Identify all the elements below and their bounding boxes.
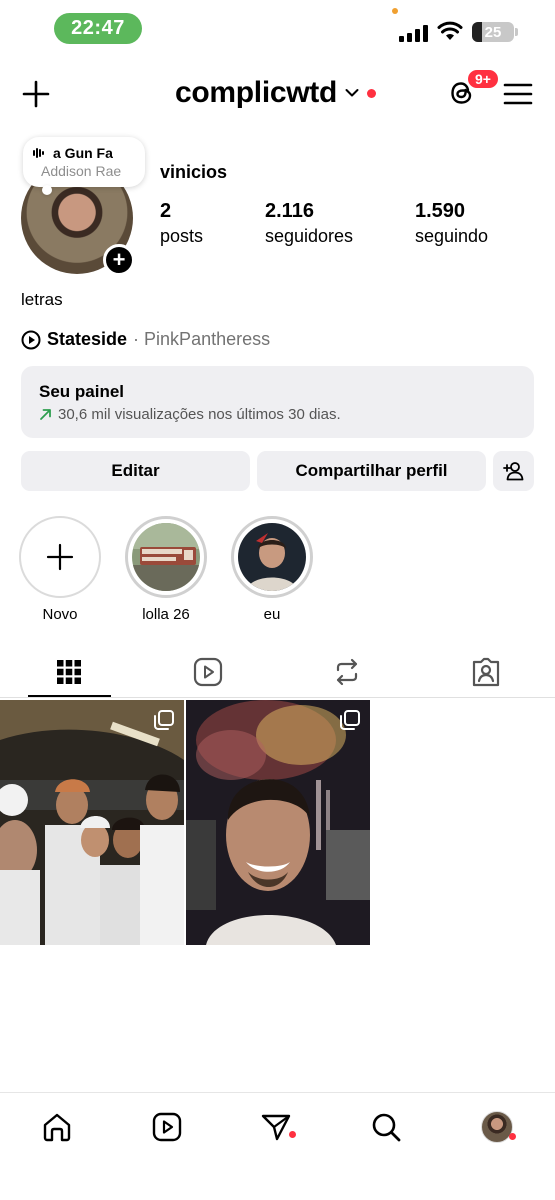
highlight-lolla[interactable]: lolla 26: [124, 516, 208, 623]
tab-posts-grid[interactable]: [49, 652, 89, 692]
highlight-label: lolla 26: [142, 606, 190, 623]
post-thumbnail-group-photo[interactable]: [0, 700, 184, 945]
cellular-signal-icon: [399, 24, 428, 42]
music-note-bubble[interactable]: a Gun Fa Addison Rae: [23, 137, 145, 187]
highlight-lolla-ring: [125, 516, 207, 598]
reels-icon: [193, 657, 223, 687]
group-photo-image: [0, 700, 184, 945]
new-activity-dot: [367, 88, 377, 98]
status-bar: 22:47 25: [0, 0, 555, 56]
battery-level: 25: [484, 23, 502, 41]
username: complicwtd: [175, 76, 338, 109]
create-plus-icon[interactable]: [20, 78, 52, 110]
chevron-down-icon: [345, 89, 359, 97]
notifications-badge: 9+: [466, 68, 500, 90]
fireworks-selfie-image: [186, 700, 370, 945]
add-person-icon: [502, 462, 523, 481]
dashboard-title: Seu painel: [39, 382, 125, 401]
grid-icon: [57, 660, 81, 684]
music-note-artist: Addison Rae: [41, 163, 122, 179]
nav-home[interactable]: [39, 1109, 75, 1145]
battery-nub: [515, 28, 518, 36]
tagged-person-icon: [472, 657, 500, 687]
stat-posts-label: posts: [160, 226, 204, 246]
nav-search[interactable]: [368, 1109, 404, 1145]
highlight-eu[interactable]: eu: [230, 516, 314, 623]
highlight-label: eu: [263, 606, 281, 623]
paper-plane-icon: [261, 1114, 291, 1141]
nav-reels[interactable]: [149, 1109, 185, 1145]
reels-icon: [152, 1112, 182, 1142]
tab-reels[interactable]: [188, 652, 228, 692]
stat-followers-label: seguidores: [265, 226, 354, 246]
messages-unread-dot: [289, 1131, 296, 1138]
profile-header: complicwtd 9+: [0, 66, 555, 122]
highlight-new[interactable]: Novo: [18, 516, 102, 623]
song-artist: · PinkPantheress: [133, 329, 271, 349]
stat-followers-value: 2.116: [265, 200, 314, 222]
stat-following-value: 1.590: [415, 200, 466, 222]
professional-dashboard[interactable]: Seu painel 30,6 mil visualizações nos úl…: [21, 366, 534, 438]
music-note-song: a Gun Fa: [53, 145, 113, 161]
highlight-new-ring: [19, 516, 101, 598]
tab-divider: [0, 697, 555, 698]
stat-following-label: seguindo: [415, 226, 489, 246]
home-icon: [43, 1113, 71, 1142]
trend-up-arrow-icon: [40, 409, 51, 420]
stat-followers[interactable]: 2.116 seguidores: [265, 200, 353, 247]
account-switcher[interactable]: complicwtd: [175, 76, 377, 110]
menu-hamburger-icon[interactable]: [503, 81, 533, 107]
play-circle-icon: [21, 330, 41, 349]
bottom-navigation: [0, 1092, 555, 1200]
carousel-multi-icon: [154, 710, 174, 730]
clock-pill[interactable]: 22:47: [54, 13, 142, 44]
tab-tagged[interactable]: [466, 652, 506, 692]
stat-following[interactable]: 1.590 seguindo: [415, 200, 488, 247]
repost-icon: [336, 658, 358, 686]
profile-notification-dot: [509, 1133, 516, 1140]
profile-song[interactable]: Stateside · PinkPantheress: [21, 329, 270, 350]
plus-icon: [46, 543, 74, 571]
share-profile-button[interactable]: Compartilhar perfil: [257, 451, 486, 491]
tab-reposts[interactable]: [327, 652, 367, 692]
battery-icon: 25: [472, 22, 514, 42]
highlight-eu-ring: [231, 516, 313, 598]
eu-cover-image: [238, 523, 306, 591]
highlight-label: Novo: [42, 606, 78, 623]
lolla-cover-image: [132, 523, 200, 591]
add-story-button[interactable]: +: [103, 244, 135, 276]
nav-direct-messages[interactable]: [258, 1109, 294, 1145]
nav-profile[interactable]: [479, 1109, 515, 1145]
edit-profile-button[interactable]: Editar: [21, 451, 250, 491]
post-thumbnail-fireworks-selfie[interactable]: [186, 700, 370, 945]
display-name: vinicios: [160, 162, 228, 182]
discover-people-button[interactable]: [493, 451, 534, 491]
nav-profile-avatar: [481, 1111, 513, 1143]
bio-text: letras: [21, 290, 63, 309]
highlight-eu-cover: [238, 523, 306, 591]
song-title: Stateside: [47, 329, 128, 349]
wifi-icon: [437, 21, 463, 40]
search-icon: [372, 1113, 401, 1142]
audio-wave-icon: [33, 148, 44, 158]
privacy-indicator-dot: [392, 8, 398, 14]
dashboard-subtitle: 30,6 mil visualizações nos últimos 30 di…: [58, 406, 341, 423]
highlight-lolla-cover: [132, 523, 200, 591]
stat-posts[interactable]: 2 posts: [160, 200, 203, 247]
stat-posts-value: 2: [160, 200, 172, 222]
carousel-multi-icon: [340, 710, 360, 730]
music-bubble-tail: [42, 185, 52, 195]
